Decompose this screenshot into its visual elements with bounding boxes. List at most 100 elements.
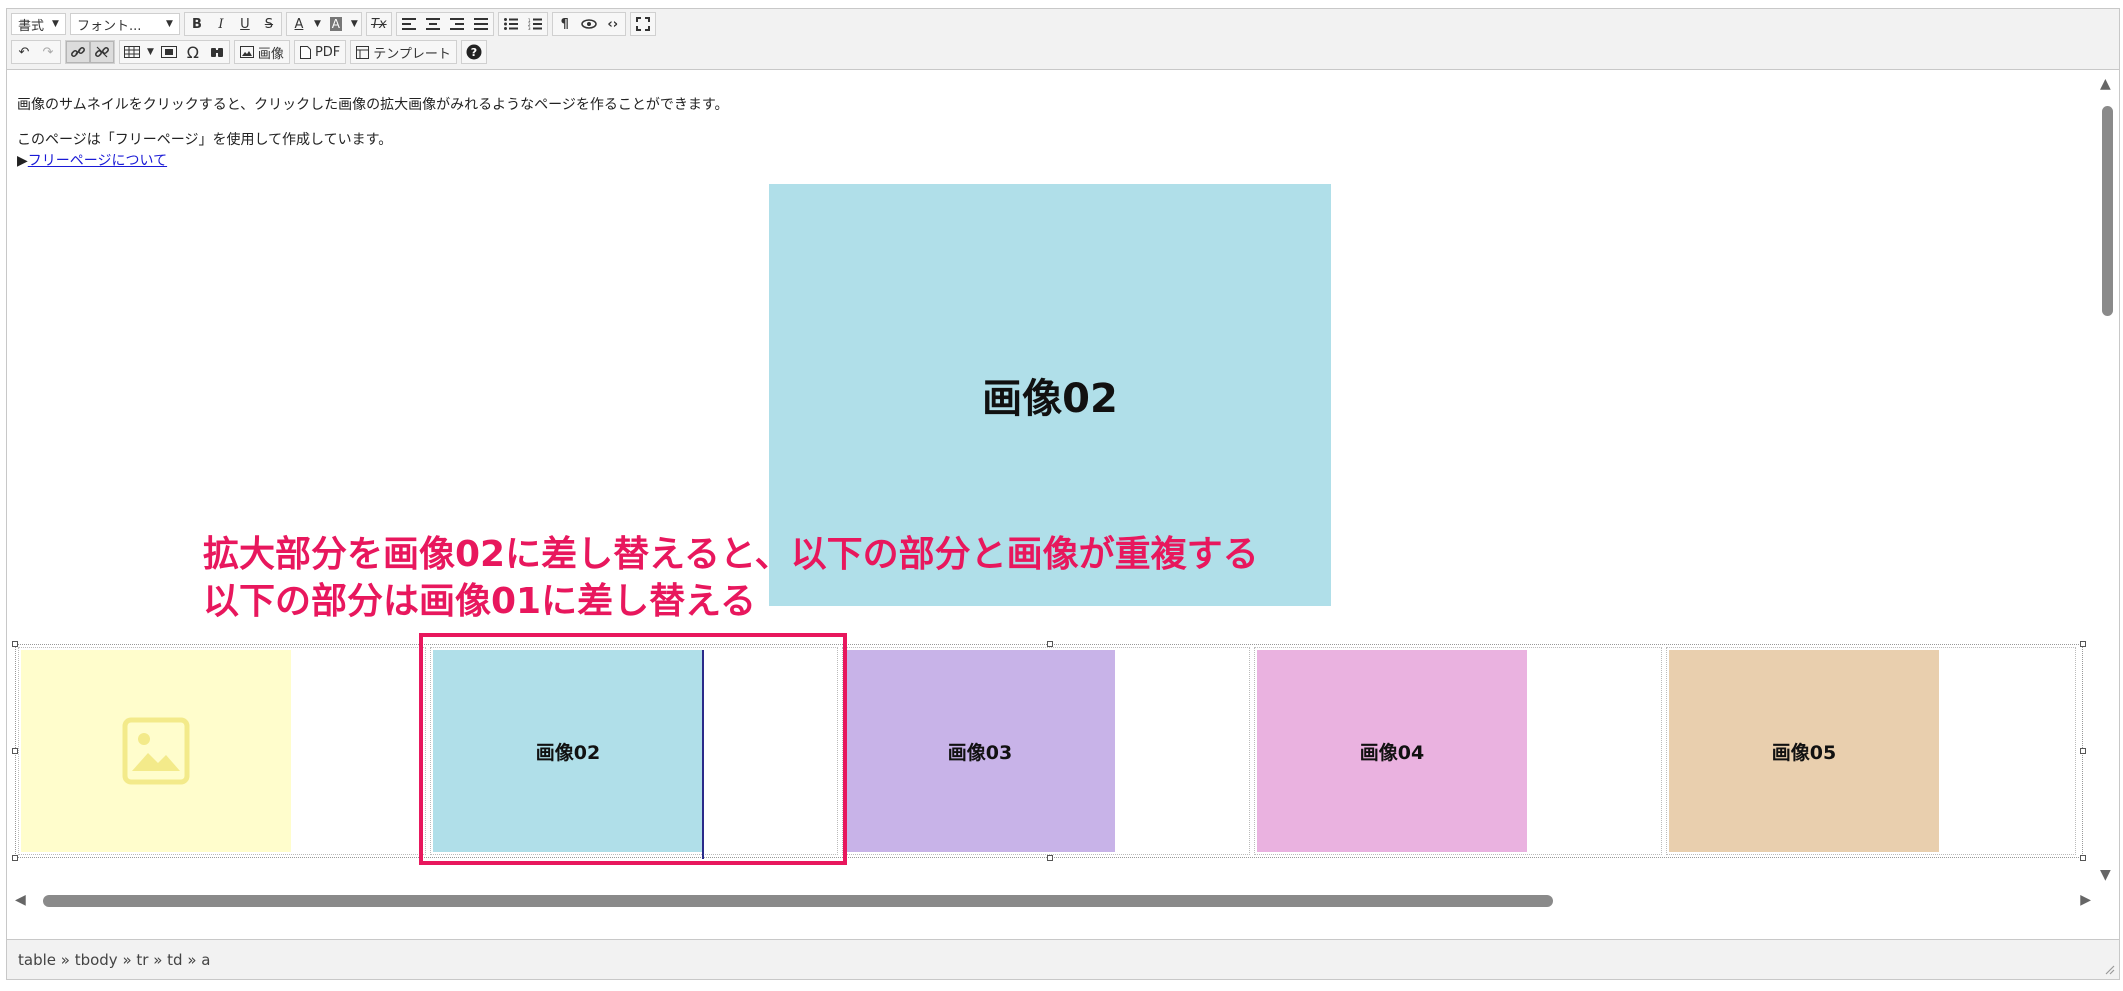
insert-template-button[interactable]: テンプレート bbox=[351, 41, 456, 63]
align-left-icon[interactable] bbox=[397, 13, 421, 35]
annotation-line-1: 拡大部分を画像02に差し替えると、以下の部分と画像が重複する bbox=[203, 534, 1259, 575]
enlarged-image-label: 画像02 bbox=[982, 376, 1118, 422]
resize-handle[interactable] bbox=[12, 855, 18, 861]
media-embed-icon[interactable] bbox=[157, 41, 181, 63]
insert-pdf-button[interactable]: PDF bbox=[295, 41, 345, 63]
resize-handle[interactable] bbox=[1047, 641, 1053, 647]
annotation-line-2: 以下の部分は画像01に差し替える bbox=[203, 581, 757, 622]
resize-handle[interactable] bbox=[2080, 641, 2086, 647]
redo-icon[interactable]: ↷ bbox=[36, 41, 60, 63]
format-select[interactable]: 書式 ▼ bbox=[11, 13, 66, 35]
insert-pdf-label: PDF bbox=[314, 44, 341, 60]
find-replace-icon[interactable] bbox=[205, 41, 229, 63]
underline-icon[interactable]: U bbox=[233, 13, 257, 35]
align-group bbox=[395, 12, 494, 36]
align-right-icon[interactable] bbox=[445, 13, 469, 35]
insert-image-label: 画像 bbox=[257, 46, 284, 62]
vertical-scroll-thumb[interactable] bbox=[2102, 106, 2113, 316]
triangle-bullet: ▶ bbox=[17, 153, 28, 169]
scroll-right-icon[interactable]: ▶ bbox=[2080, 892, 2091, 908]
element-path[interactable]: table » tbody » tr » td » a bbox=[18, 951, 210, 969]
chevron-down-icon[interactable]: ▼ bbox=[311, 13, 324, 35]
fullscreen-group bbox=[629, 12, 656, 36]
thumbnail-table[interactable]: 画像02 画像03 画像04 画像05 bbox=[15, 644, 2083, 858]
link-group bbox=[65, 40, 115, 64]
thumbnail-image-placeholder[interactable] bbox=[21, 650, 291, 852]
view-group: ¶ ‹› bbox=[551, 12, 626, 36]
resize-handle[interactable] bbox=[1047, 855, 1053, 861]
insert-template-label: テンプレート bbox=[373, 46, 451, 62]
template-group: テンプレート bbox=[350, 40, 457, 64]
resize-handle[interactable] bbox=[12, 748, 18, 754]
free-page-link[interactable]: フリーページについて bbox=[28, 153, 167, 169]
document-icon bbox=[299, 45, 311, 59]
preview-eye-icon[interactable] bbox=[577, 13, 601, 35]
table-icon[interactable] bbox=[120, 41, 144, 63]
chevron-down-icon[interactable]: ▼ bbox=[348, 13, 361, 35]
italic-icon[interactable]: I bbox=[209, 13, 233, 35]
font-select[interactable]: フォント... ▼ bbox=[69, 13, 180, 35]
thumbnail-cell[interactable]: 画像04 bbox=[1254, 647, 1662, 855]
paragraph-mark-icon[interactable]: ¶ bbox=[553, 13, 577, 35]
insert-image-button[interactable]: 画像 bbox=[235, 41, 289, 63]
resize-grip-icon[interactable] bbox=[2103, 963, 2115, 975]
template-icon bbox=[356, 45, 370, 59]
clear-format-group: Tx bbox=[365, 12, 392, 36]
thumbnail-cell[interactable]: 画像03 bbox=[842, 647, 1250, 855]
annotation-highlight-box bbox=[419, 633, 847, 865]
svg-text:3: 3 bbox=[528, 26, 531, 30]
numbered-list-icon[interactable]: 123 bbox=[523, 13, 547, 35]
resize-handle[interactable] bbox=[12, 641, 18, 647]
scroll-down-icon[interactable]: ▼ bbox=[2100, 867, 2111, 883]
editor-content-area[interactable]: 画像のサムネイルをクリックすると、クリックした画像の拡大画像がみれるようなページ… bbox=[7, 70, 2095, 889]
thumbnail-image-05[interactable]: 画像05 bbox=[1669, 650, 1939, 852]
image-group: 画像 bbox=[233, 40, 290, 64]
resize-handle[interactable] bbox=[2080, 855, 2086, 861]
editor-toolbar: 書式 ▼ フォント... ▼ B I U S A ▼ A ▼ Tx 1 2 3 … bbox=[7, 9, 2119, 70]
text-style-group: B I U S bbox=[183, 12, 282, 36]
toolbar-row-2: ↶ ↷ ▼ Ω 画像 PDF テンプレート ? bbox=[11, 39, 491, 65]
thumbnail-label: 画像05 bbox=[1771, 741, 1837, 764]
align-justify-icon[interactable] bbox=[469, 13, 493, 35]
link-icon[interactable] bbox=[66, 41, 90, 63]
horizontal-scroll-thumb[interactable] bbox=[43, 895, 1553, 907]
font-select-label: フォント... bbox=[76, 18, 142, 34]
thumbnail-image-04[interactable]: 画像04 bbox=[1257, 650, 1527, 852]
resize-handle[interactable] bbox=[2080, 748, 2086, 754]
chevron-down-icon: ▼ bbox=[52, 19, 59, 29]
chevron-down-icon[interactable]: ▼ bbox=[144, 41, 157, 63]
toolbar-row-1: 書式 ▼ フォント... ▼ B I U S A ▼ A ▼ Tx 1 2 3 … bbox=[11, 11, 660, 37]
free-page-link-line: ▶フリーページについて bbox=[17, 150, 167, 170]
thumbnail-cell[interactable]: 画像05 bbox=[1666, 647, 2076, 855]
bullet-list-icon[interactable] bbox=[499, 13, 523, 35]
format-select-label: 書式 bbox=[18, 18, 45, 34]
background-color-icon[interactable]: A bbox=[324, 13, 348, 35]
undo-icon[interactable]: ↶ bbox=[12, 41, 36, 63]
thumbnail-image-03[interactable]: 画像03 bbox=[845, 650, 1115, 852]
align-center-icon[interactable] bbox=[421, 13, 445, 35]
text-color-icon[interactable]: A bbox=[287, 13, 311, 35]
color-group: A ▼ A ▼ bbox=[285, 12, 362, 36]
help-icon[interactable]: ? bbox=[462, 41, 486, 63]
strikethrough-icon[interactable]: S bbox=[257, 13, 281, 35]
intro-text: 画像のサムネイルをクリックすると、クリックした画像の拡大画像がみれるようなページ… bbox=[17, 97, 729, 113]
thumbnail-label: 画像03 bbox=[947, 741, 1013, 764]
insert-group: ▼ Ω bbox=[119, 40, 230, 64]
element-path-statusbar: table » tbody » tr » td » a bbox=[7, 939, 2119, 979]
history-group: ↶ ↷ bbox=[11, 40, 61, 64]
remove-format-icon[interactable]: Tx bbox=[367, 13, 391, 35]
unlink-icon[interactable] bbox=[90, 41, 114, 63]
thumbnail-label: 画像04 bbox=[1359, 741, 1425, 764]
source-code-icon[interactable]: ‹› bbox=[601, 13, 625, 35]
image-icon bbox=[239, 46, 254, 58]
free-page-note: このページは「フリーページ」を使用して作成しています。 bbox=[17, 132, 393, 148]
thumbnail-cell[interactable] bbox=[18, 647, 426, 855]
scroll-up-icon[interactable]: ▲ bbox=[2100, 76, 2111, 92]
fullscreen-icon[interactable] bbox=[631, 13, 655, 35]
vertical-scrollbar[interactable]: ▲ ▼ bbox=[2095, 70, 2119, 889]
special-character-icon[interactable]: Ω bbox=[181, 41, 205, 63]
image-placeholder-icon bbox=[122, 717, 190, 785]
horizontal-scrollbar[interactable]: ◀ ▶ bbox=[7, 889, 2095, 913]
scroll-left-icon[interactable]: ◀ bbox=[15, 892, 26, 908]
bold-icon[interactable]: B bbox=[185, 13, 209, 35]
